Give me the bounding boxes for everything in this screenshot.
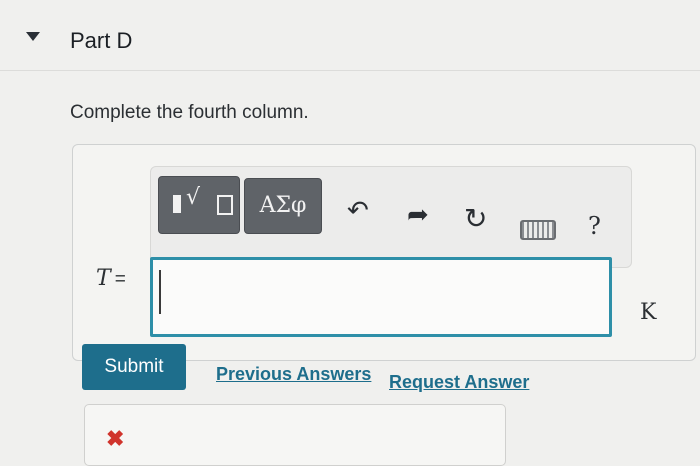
previous-answers-link[interactable]: Previous Answers [216, 364, 371, 385]
submit-button[interactable]: Submit [82, 344, 186, 390]
text-cursor [159, 270, 161, 314]
variable-name: T [96, 266, 111, 291]
math-templates-button[interactable]: √ [158, 176, 240, 234]
feedback-box [84, 404, 506, 466]
unit-label: K [640, 300, 657, 325]
redo-icon[interactable]: ➦ [407, 200, 429, 230]
request-answer-link[interactable]: Request Answer [389, 372, 529, 393]
part-title: Part D [70, 28, 133, 53]
incorrect-x-icon: ✖ [106, 426, 125, 451]
variable-label: T = [96, 266, 126, 291]
section-divider [0, 70, 700, 71]
question-instruction: Complete the fourth column. [70, 102, 309, 123]
placeholder-box-icon [217, 195, 233, 215]
keyboard-icon[interactable] [520, 220, 556, 240]
math-templates-icon [173, 195, 181, 213]
answer-input[interactable] [150, 257, 612, 337]
reset-icon[interactable]: ↻ [464, 202, 487, 235]
sqrt-icon: √ [186, 185, 201, 210]
collapse-caret-icon[interactable] [26, 32, 40, 41]
undo-icon[interactable]: ↶ [347, 196, 369, 226]
help-button[interactable]: ? [588, 212, 601, 240]
equals-sign: = [114, 269, 126, 290]
greek-symbols-button[interactable]: ΑΣφ [244, 178, 322, 234]
